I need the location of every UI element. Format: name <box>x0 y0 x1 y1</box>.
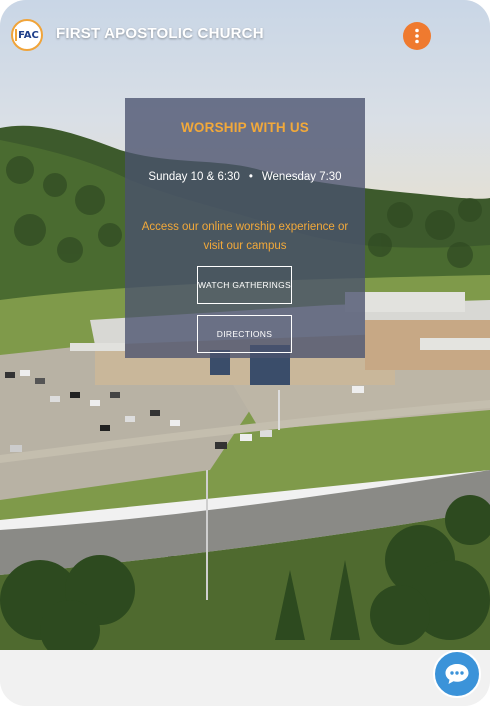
panel-tagline: Access our online worship experience or … <box>141 221 349 252</box>
schedule-wednesday: Wenesday 7:30 <box>261 171 342 183</box>
schedule-sunday: Sunday 10 & 6:30 <box>148 171 240 183</box>
hero-section: FAC FIRST APOSTOLIC CHURCH WORSHIP WITH … <box>0 0 490 650</box>
kebab-menu-icon <box>415 28 419 44</box>
site-title[interactable]: FIRST APOSTOLIC CHURCH <box>56 25 264 42</box>
menu-button[interactable] <box>403 22 431 50</box>
chat-bubble-icon <box>445 664 469 684</box>
watch-gatherings-button[interactable]: WATCH GATHERINGS <box>197 266 292 304</box>
directions-button[interactable]: DIRECTIONS <box>197 315 292 353</box>
logo-accent-bar <box>15 29 18 41</box>
top-bar: FAC FIRST APOSTOLIC CHURCH <box>0 0 490 70</box>
page-frame: FAC FIRST APOSTOLIC CHURCH WORSHIP WITH … <box>0 0 490 706</box>
worship-panel: WORSHIP WITH US Sunday 10 & 6:30 • Wenesda… <box>125 98 365 358</box>
panel-title: WORSHIP WITH US <box>180 120 309 135</box>
church-logo[interactable]: FAC <box>11 19 43 51</box>
footer-strip <box>0 650 490 706</box>
schedule-separator: • <box>248 171 253 183</box>
logo-text: FAC <box>18 29 39 41</box>
chat-button[interactable] <box>433 650 481 698</box>
service-schedule: Sunday 10 & 6:30 • Wenesday 7:30 <box>125 171 365 183</box>
